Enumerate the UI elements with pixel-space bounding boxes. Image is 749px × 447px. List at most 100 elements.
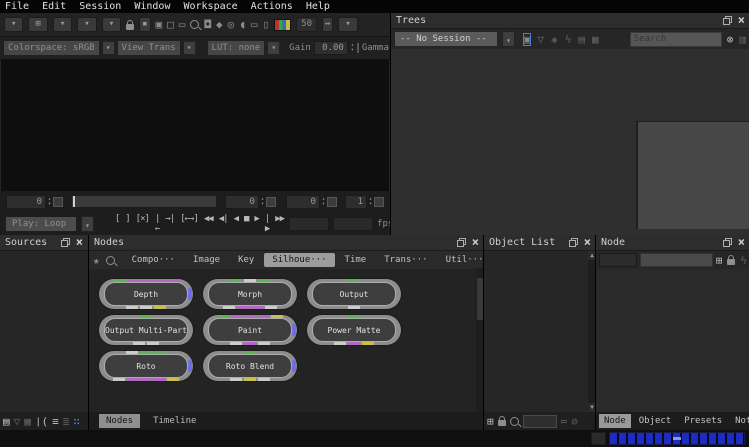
- filter-sources-icon[interactable]: ▽: [14, 416, 21, 427]
- tab-presets[interactable]: Presets: [679, 414, 727, 428]
- broadcast-monitor-icon[interactable]: □: [167, 19, 174, 30]
- play-range-button[interactable]: [←→]: [180, 214, 198, 234]
- process-node-icon[interactable]: ϟ: [740, 255, 747, 266]
- session-arrow-icon[interactable]: [502, 31, 515, 47]
- mark-in-button[interactable]: [: [115, 214, 119, 234]
- save-tree-icon[interactable]: ▦: [592, 34, 599, 45]
- goto-in-button[interactable]: |←: [155, 214, 159, 234]
- gain-menu-button[interactable]: [357, 43, 359, 53]
- menu-workspace[interactable]: Workspace: [183, 1, 237, 12]
- snapshot-camera-icon[interactable]: ▣: [156, 19, 163, 30]
- float-panel-icon[interactable]: [723, 238, 732, 247]
- width-arrows-icon[interactable]: ↔: [322, 17, 333, 32]
- gain-field[interactable]: 0.00: [314, 41, 348, 55]
- tab-composite[interactable]: Compo···: [124, 253, 183, 267]
- gain-spinner[interactable]: [351, 43, 354, 53]
- node-value-field[interactable]: [640, 253, 713, 267]
- viewer-layout-combo[interactable]: ▾: [4, 17, 23, 32]
- rotate-view-icon[interactable]: ◎: [228, 19, 235, 30]
- range-end-field[interactable]: 0: [286, 195, 320, 209]
- menu-session[interactable]: Session: [79, 1, 121, 12]
- tab-notes[interactable]: Notes: [730, 414, 749, 428]
- range-start-menu-button[interactable]: [266, 197, 276, 207]
- float-panel-icon[interactable]: [457, 238, 466, 247]
- tab-transform[interactable]: Trans···: [376, 253, 435, 267]
- delete-tree-icon[interactable]: ▥: [739, 34, 746, 45]
- close-panel-icon[interactable]: [472, 238, 479, 247]
- search-nodes-icon[interactable]: [106, 256, 115, 265]
- tab-key[interactable]: Key: [230, 253, 262, 267]
- menu-actions[interactable]: Actions: [251, 1, 293, 12]
- link-views-button[interactable]: ▪: [139, 17, 150, 32]
- fast-rewind-button[interactable]: ◀◀: [204, 214, 213, 234]
- node-button-power-matte[interactable]: Power Matte: [307, 315, 401, 345]
- colorbars-icon[interactable]: [274, 19, 291, 31]
- current-frame-spinner[interactable]: [48, 197, 51, 207]
- range-end-menu-button[interactable]: [327, 197, 337, 207]
- import-tree-icon[interactable]: ▤: [578, 34, 585, 45]
- step-field[interactable]: 1: [345, 195, 367, 209]
- render-tree-icon[interactable]: ϟ: [565, 34, 572, 45]
- view-transform-arrow-icon[interactable]: [183, 41, 196, 55]
- reset-range-button[interactable]: [×]: [136, 214, 149, 234]
- lut-arrow-icon[interactable]: [267, 41, 280, 55]
- notes-page-icon[interactable]: ▯: [263, 19, 270, 30]
- cache-menu-button[interactable]: [591, 432, 606, 445]
- node-button-output-multi-part[interactable]: Output Multi-Part: [99, 315, 193, 345]
- channels-combo[interactable]: ▾: [77, 17, 96, 32]
- pan-hand-icon[interactable]: ◖: [239, 19, 246, 30]
- node-button-depth[interactable]: Depth: [99, 279, 193, 309]
- close-panel-icon[interactable]: [738, 16, 745, 25]
- view-transform-combo[interactable]: View Trans: [118, 41, 180, 55]
- current-frame-field[interactable]: 0: [6, 195, 46, 209]
- tab-object-props[interactable]: Object: [634, 414, 677, 428]
- lock-viewer-icon[interactable]: [126, 24, 134, 30]
- step-menu-button[interactable]: [374, 197, 384, 207]
- disable-object-icon[interactable]: ⊘: [571, 416, 578, 427]
- tab-silhouette[interactable]: Silhoue···: [264, 253, 334, 267]
- tab-timeline-view[interactable]: Timeline: [146, 414, 203, 428]
- float-panel-icon[interactable]: [723, 16, 732, 25]
- output-node-icon[interactable]: ◈: [551, 34, 558, 45]
- step-forward-button[interactable]: |▶: [265, 214, 269, 234]
- node-button-morph[interactable]: Morph: [203, 279, 297, 309]
- add-object-icon[interactable]: ⊞: [487, 416, 494, 427]
- search-input[interactable]: [630, 32, 722, 47]
- mark-out-button[interactable]: ]: [125, 214, 129, 234]
- node-button-roto-blend[interactable]: Roto Blend: [203, 351, 297, 381]
- sample-region-icon[interactable]: ◘: [204, 19, 211, 30]
- filter-trees-icon[interactable]: ▽: [537, 34, 544, 45]
- menu-window[interactable]: Window: [134, 1, 170, 12]
- fit-frame-icon[interactable]: ▭: [179, 19, 186, 30]
- play-button[interactable]: ▶: [254, 214, 258, 234]
- tree-window-icon[interactable]: ▣: [524, 34, 531, 45]
- fps-target-field[interactable]: [333, 217, 373, 231]
- image-select-combo[interactable]: ▾: [53, 17, 72, 32]
- float-panel-icon[interactable]: [61, 238, 70, 247]
- tab-nodes-view[interactable]: Nodes: [99, 414, 140, 428]
- node-button-paint[interactable]: Paint: [203, 315, 297, 345]
- detail-view-icon[interactable]: ≣: [63, 416, 70, 427]
- list-options-icon[interactable]: ≔: [561, 416, 568, 427]
- import-media-icon[interactable]: ▤: [3, 416, 10, 427]
- menu-file[interactable]: File: [5, 1, 29, 12]
- float-panel-icon[interactable]: [569, 238, 578, 247]
- close-panel-icon[interactable]: [76, 238, 83, 247]
- range-start-spinner[interactable]: [261, 197, 264, 207]
- node-name-field[interactable]: [599, 253, 637, 267]
- colorspace-combo[interactable]: Colorspace: sRGB: [4, 41, 99, 55]
- favorite-star-icon[interactable]: ★: [93, 255, 100, 266]
- range-end-spinner[interactable]: [322, 197, 325, 207]
- list-view-icon[interactable]: ≡: [52, 416, 59, 427]
- lock-node-icon[interactable]: [727, 259, 735, 265]
- tab-time[interactable]: Time: [337, 253, 375, 267]
- viewer-canvas[interactable]: [0, 60, 390, 191]
- letterbox-icon[interactable]: ▭: [251, 19, 258, 30]
- frame-scrubber[interactable]: [71, 195, 217, 208]
- step-spinner[interactable]: [369, 197, 372, 207]
- colorspace-arrow-icon[interactable]: [102, 41, 115, 55]
- proxy-icon[interactable]: ▦: [24, 416, 31, 427]
- play-reverse-button[interactable]: ◀: [234, 214, 238, 234]
- object-filter-field[interactable]: [523, 415, 557, 428]
- compare-mode-combo[interactable]: ▾: [102, 17, 121, 32]
